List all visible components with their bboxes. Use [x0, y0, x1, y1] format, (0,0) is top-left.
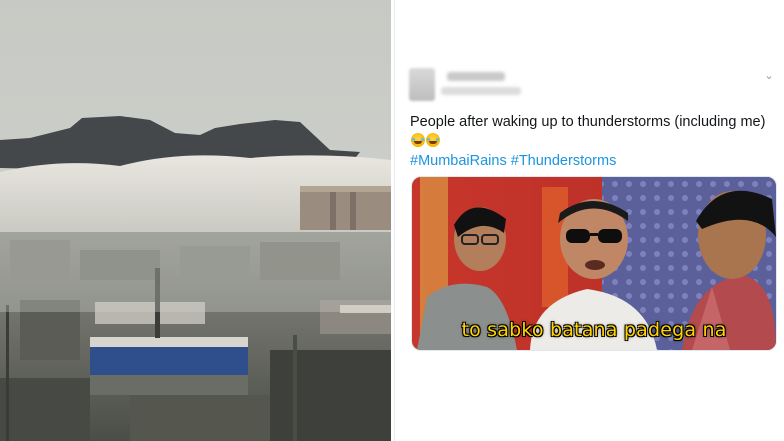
user-name-blurred[interactable] [447, 72, 505, 81]
hashtag-mumbairains[interactable]: #MumbaiRains [410, 153, 507, 169]
tears-of-joy-emoji-icon [426, 133, 440, 147]
tweet-media-image[interactable]: to sabko batana padega na [411, 176, 777, 351]
hashtag-row: #MumbaiRains #Thunderstorms [410, 152, 616, 170]
tweet-body: People after waking up to thunderstorms … [410, 114, 766, 130]
mumbai-rain-photo [0, 0, 391, 441]
avatar[interactable] [409, 68, 435, 101]
meme-caption: to sabko batana padega na [461, 319, 727, 341]
tears-of-joy-emoji-icon [411, 133, 425, 147]
tweet-card: ⌄ People after waking up to thunderstorm… [394, 0, 784, 441]
hashtag-thunderstorms[interactable]: #Thunderstorms [511, 153, 617, 169]
user-handle-blurred [441, 87, 521, 95]
tweet-text: People after waking up to thunderstorms … [410, 113, 770, 151]
chevron-down-icon[interactable]: ⌄ [763, 70, 775, 82]
